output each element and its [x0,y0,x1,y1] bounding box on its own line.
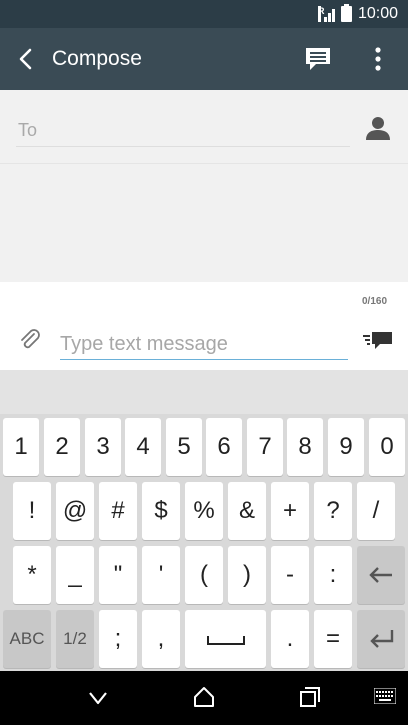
key-exclamation[interactable]: ! [13,482,51,540]
key-asterisk[interactable]: * [13,546,51,604]
key-percent[interactable]: % [185,482,223,540]
key-hash[interactable]: # [99,482,137,540]
key-at[interactable]: @ [56,482,94,540]
key-5[interactable]: 5 [166,418,202,476]
key-0[interactable]: 0 [369,418,405,476]
signal-r-label: R [318,6,325,22]
key-9[interactable]: 9 [328,418,364,476]
key-6[interactable]: 6 [206,418,242,476]
divider [0,163,408,164]
key-open-paren[interactable]: ( [185,546,223,604]
send-message-icon[interactable] [362,330,394,352]
key-semicolon[interactable]: ; [99,610,137,668]
backspace-icon [369,567,392,583]
signal-icon: R [318,6,336,22]
key-3[interactable]: 3 [85,418,121,476]
key-dollar[interactable]: $ [142,482,180,540]
message-icon[interactable] [304,46,332,72]
key-colon[interactable]: : [314,546,352,604]
to-field-underline [16,146,350,147]
key-question[interactable]: ? [314,482,352,540]
key-single-quote[interactable]: ' [142,546,180,604]
nav-recents-icon[interactable] [298,685,322,709]
abc-key[interactable]: ABC [3,610,51,668]
key-8[interactable]: 8 [287,418,323,476]
char-count: 0/160 [362,296,388,307]
key-comma[interactable]: , [142,610,180,668]
nav-back-icon[interactable] [86,686,110,710]
key-ampersand[interactable]: & [228,482,266,540]
app-bar: Compose [0,28,408,90]
enter-key[interactable] [357,610,405,668]
key-plus[interactable]: + [271,482,309,540]
navigation-bar [0,671,408,725]
key-2[interactable]: 2 [44,418,80,476]
keyboard: 1 2 3 4 5 6 7 8 9 0 ! @ # $ % & + ? / * … [0,370,408,671]
battery-icon [341,4,352,22]
back-arrow-icon[interactable] [14,46,40,72]
paperclip-icon[interactable] [18,328,42,352]
key-1[interactable]: 1 [3,418,39,476]
key-7[interactable]: 7 [247,418,283,476]
status-bar: R 10:00 [0,0,408,28]
backspace-key[interactable] [357,546,405,604]
key-4[interactable]: 4 [125,418,161,476]
message-input[interactable] [60,330,348,360]
key-period[interactable]: . [271,610,309,668]
key-double-quote[interactable]: " [99,546,137,604]
space-key[interactable] [185,610,266,668]
key-equals[interactable]: = [314,610,352,668]
page-toggle-key[interactable]: 1/2 [56,610,94,668]
key-close-paren[interactable]: ) [228,546,266,604]
keyboard-suggestion-strip [0,370,408,414]
nav-home-icon[interactable] [192,685,216,709]
key-underscore[interactable]: _ [56,546,94,604]
space-icon [206,636,245,645]
recipient-area: To [0,90,408,282]
key-minus[interactable]: - [271,546,309,604]
compose-area: 0/160 [0,282,408,370]
status-time: 10:00 [357,5,398,22]
page-title: Compose [52,47,142,70]
contact-icon[interactable] [364,114,392,142]
keyboard-icon[interactable] [374,688,396,704]
enter-icon [370,630,394,648]
more-vert-icon[interactable] [368,44,388,74]
to-field[interactable]: To [18,120,37,141]
key-slash[interactable]: / [357,482,395,540]
